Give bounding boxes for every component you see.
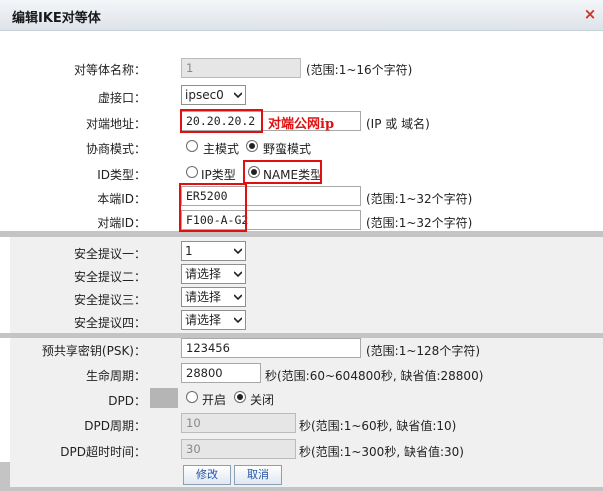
- dpd-off-label: 关闭: [250, 393, 275, 407]
- proposal-2-select[interactable]: 请选择: [181, 264, 246, 284]
- modify-button[interactable]: 修改: [183, 465, 231, 485]
- remote-id-hint: (范围:1~32个字符): [366, 216, 473, 230]
- dpd-period-hint: 秒(范围:1~60秒, 缺省值:10): [299, 419, 457, 433]
- chevron-down-icon: [234, 271, 242, 278]
- edit-ike-peer-dialog: 编辑IKE对等体 × 对等体名称： 1 (范围:1~16个字符) 虚接口： ip…: [0, 0, 603, 491]
- proposal-3-value: 请选择: [185, 290, 222, 304]
- proposal-1-select[interactable]: 1: [181, 241, 246, 261]
- cancel-button[interactable]: 取消: [234, 465, 282, 485]
- local-id-label: 本端ID：: [97, 192, 146, 206]
- lifetime-hint: 秒(范围:60~604800秒, 缺省值:28800): [265, 369, 484, 383]
- dialog-titlebar: 编辑IKE对等体 ×: [0, 0, 603, 31]
- dpd-period-input[interactable]: 10: [181, 413, 296, 433]
- id-type-label: ID类型：: [97, 168, 146, 182]
- remote-id-label: 对端ID：: [97, 216, 146, 230]
- lifetime-input[interactable]: 28800: [181, 363, 261, 383]
- chevron-down-icon: [234, 317, 242, 324]
- aggressive-mode-label: 野蛮模式: [263, 142, 312, 156]
- dpd-period-label: DPD周期：: [84, 419, 146, 433]
- dpd-off-radio[interactable]: [234, 391, 246, 403]
- proposal-1-value: 1: [185, 244, 193, 258]
- proposal-4-value: 请选择: [185, 313, 222, 327]
- virtual-interface-value: ipsec0: [185, 88, 224, 102]
- id-fields-highlight: [179, 183, 247, 232]
- dpd-timeout-input[interactable]: 30: [181, 439, 296, 459]
- dpd-timeout-label: DPD超时时间：: [60, 445, 146, 459]
- dpd-timeout-hint: 秒(范围:1~300秒, 缺省值:30): [299, 445, 464, 459]
- psk-hint: (范围:1~128个字符): [366, 344, 481, 358]
- remote-address-annotation: 对端公网ip: [268, 117, 335, 132]
- main-mode-label: 主模式: [203, 142, 240, 156]
- ip-type-radio[interactable]: [186, 166, 198, 178]
- name-type-highlight: [243, 160, 322, 184]
- dpd-on-label: 开启: [202, 393, 227, 407]
- peer-name-label: 对等体名称：: [73, 63, 146, 77]
- dpd-indicator: [150, 388, 178, 408]
- chevron-down-icon: [234, 294, 242, 301]
- dpd-label: DPD：: [108, 394, 146, 408]
- local-id-hint: (范围:1~32个字符): [366, 192, 473, 206]
- proposal-4-select[interactable]: 请选择: [181, 310, 246, 330]
- proposal-3-select[interactable]: 请选择: [181, 287, 246, 307]
- negotiation-mode-label: 协商模式：: [85, 142, 146, 156]
- dialog-title: 编辑IKE对等体: [12, 11, 101, 26]
- proposal-1-label: 安全提议一：: [73, 247, 146, 261]
- dpd-on-radio[interactable]: [186, 391, 198, 403]
- virtual-interface-select[interactable]: ipsec0: [181, 85, 246, 105]
- peer-name-hint: (范围:1~16个字符): [306, 63, 413, 77]
- proposal-2-label: 安全提议二：: [73, 270, 146, 284]
- chevron-down-icon: [234, 248, 242, 255]
- close-icon[interactable]: ×: [582, 6, 598, 22]
- lifetime-label: 生命周期：: [85, 369, 146, 383]
- psk-input[interactable]: 123456: [181, 338, 361, 358]
- peer-name-input[interactable]: 1: [181, 58, 301, 78]
- button-bar-inner: [10, 462, 603, 487]
- remote-address-highlight: [180, 109, 263, 133]
- proposal-3-label: 安全提议三：: [73, 293, 146, 307]
- remote-address-hint: (IP 或 域名): [366, 117, 430, 131]
- ip-type-label: IP类型: [201, 168, 236, 182]
- psk-label: 预共享密钥(PSK)：: [41, 344, 146, 358]
- aggressive-mode-radio[interactable]: [246, 140, 258, 152]
- proposal-2-value: 请选择: [185, 267, 222, 281]
- chevron-down-icon: [234, 92, 242, 99]
- proposal-4-label: 安全提议四：: [73, 316, 146, 330]
- virtual-interface-label: 虚接口：: [97, 91, 146, 105]
- remote-address-label: 对端地址：: [85, 117, 146, 131]
- main-mode-radio[interactable]: [186, 140, 198, 152]
